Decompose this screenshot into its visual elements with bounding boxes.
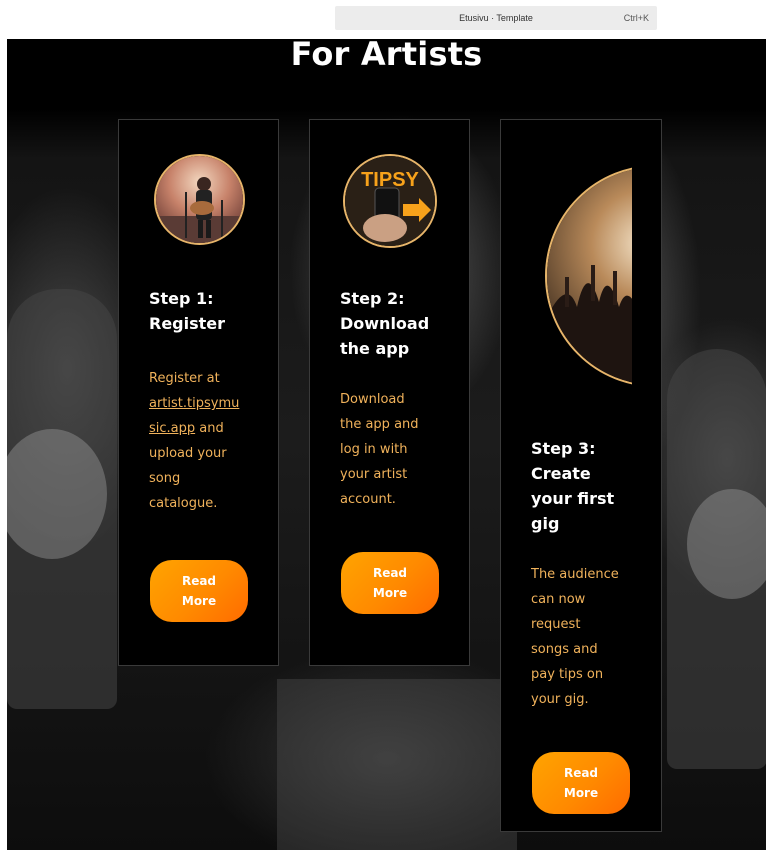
artist-signup-link[interactable]: artist.tipsymu bbox=[149, 396, 239, 411]
search-shortcut: Ctrl+K bbox=[623, 13, 649, 23]
app-phone-image: TIPSY bbox=[345, 156, 435, 246]
crowd-avatar bbox=[545, 165, 632, 387]
step-2-description: Download the app and log in with your ar… bbox=[340, 392, 419, 507]
step-1-title: Step 1: Register bbox=[149, 289, 226, 333]
background-stage-equipment bbox=[277, 679, 517, 850]
artist-signup-link-cont[interactable]: sic.app bbox=[149, 421, 195, 436]
search-title: Etusivu · Template bbox=[459, 13, 533, 23]
step-1-description: Register at artist.tipsymu sic.app and u… bbox=[149, 371, 240, 511]
performer-avatar bbox=[154, 154, 245, 245]
step-card-3: Step 3: Create your first gig The audien… bbox=[500, 119, 662, 832]
step-3-description: The audience can now request songs and p… bbox=[531, 567, 619, 707]
step-card-2: TIPSY Step 2: Download the app Download … bbox=[309, 119, 470, 666]
step-1-read-more-button[interactable]: Read More bbox=[150, 560, 248, 622]
page-title: For Artists bbox=[290, 39, 483, 73]
crowd-image-crop bbox=[539, 165, 632, 387]
app-avatar: TIPSY bbox=[343, 154, 437, 248]
step-3-title: Step 3: Create your first gig bbox=[531, 439, 615, 533]
step-2-title: Step 2: Download the app bbox=[340, 289, 430, 358]
step-2-read-more-button[interactable]: Read More bbox=[341, 552, 439, 614]
step-3-read-more-button[interactable]: Read More bbox=[532, 752, 630, 814]
for-artists-section: For Artists Step 1: Register Register at… bbox=[7, 39, 766, 850]
step-card-1: Step 1: Register Register at artist.tips… bbox=[118, 119, 279, 666]
search-bar[interactable]: Etusivu · Template Ctrl+K bbox=[335, 6, 657, 30]
performer-image bbox=[156, 156, 243, 243]
crowd-image bbox=[547, 167, 632, 385]
